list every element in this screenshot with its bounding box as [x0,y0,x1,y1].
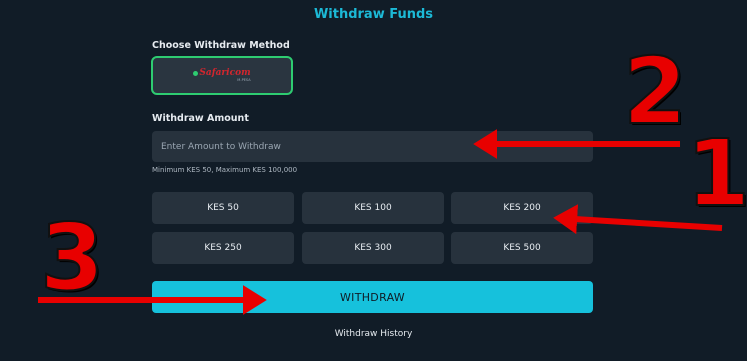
amount-limits-hint: Minimum KES 50, Maximum KES 100,000 [152,166,298,174]
safaricom-brand-text: Safaricom [193,68,251,78]
amount-label: Withdraw Amount [152,113,249,124]
mpesa-tagline: M-PESA [237,77,251,82]
preset-kes-300[interactable]: KES 300 [302,232,444,264]
preset-kes-500[interactable]: KES 500 [451,232,593,264]
preset-kes-100[interactable]: KES 100 [302,192,444,224]
page-title: Withdraw Funds [313,7,434,22]
annotation-number-1: 1 [685,120,747,227]
preset-kes-50[interactable]: KES 50 [152,192,294,224]
preset-kes-200[interactable]: KES 200 [451,192,593,224]
annotation-number-3: 3 [39,204,105,311]
withdraw-history-link[interactable]: Withdraw History [0,329,747,339]
preset-kes-250[interactable]: KES 250 [152,232,294,264]
safaricom-logo: Safaricom M-PESA [193,68,251,83]
withdraw-button[interactable]: WITHDRAW [152,281,593,313]
payment-method-safaricom[interactable]: Safaricom M-PESA [151,56,293,95]
amount-input[interactable] [152,131,593,162]
annotation-number-2: 2 [622,38,688,145]
method-label: Choose Withdraw Method [152,40,290,51]
